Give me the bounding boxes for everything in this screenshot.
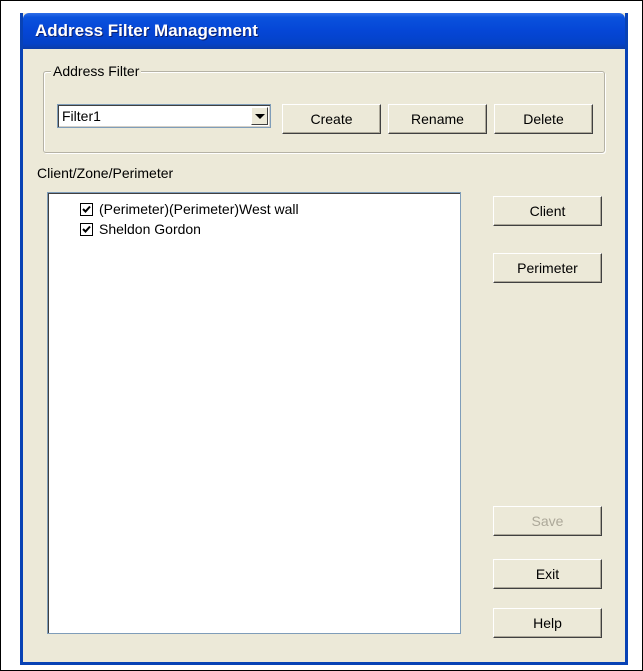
save-button[interactable]: Save	[493, 506, 602, 536]
client-zone-perimeter-list[interactable]: (Perimeter)(Perimeter)West wall Sheldon …	[47, 192, 461, 634]
list-item-label: Sheldon Gordon	[99, 221, 201, 237]
title-bar[interactable]: Address Filter Management	[23, 13, 625, 49]
checkmark-icon	[82, 225, 91, 233]
exit-button[interactable]: Exit	[493, 559, 602, 589]
create-button-label: Create	[310, 111, 353, 127]
filter-select-value: Filter1	[62, 108, 101, 124]
create-button[interactable]: Create	[282, 104, 381, 134]
client-zone-perimeter-label: Client/Zone/Perimeter	[37, 165, 174, 181]
rename-button-label: Rename	[411, 111, 464, 127]
save-button-label: Save	[531, 513, 564, 529]
window-title: Address Filter Management	[35, 21, 258, 40]
rename-button[interactable]: Rename	[388, 104, 487, 134]
client-button[interactable]: Client	[493, 196, 602, 226]
exit-button-label: Exit	[535, 566, 560, 582]
address-filter-group: Address Filter Filter1 Create Rename Del…	[43, 63, 605, 153]
delete-button[interactable]: Delete	[494, 104, 593, 134]
perimeter-button-label: Perimeter	[517, 260, 578, 276]
address-filter-dialog: Address Filter Management Address Filter…	[20, 13, 628, 665]
checkbox[interactable]	[80, 223, 93, 236]
perimeter-button[interactable]: Perimeter	[493, 253, 602, 283]
help-button-label: Help	[533, 615, 562, 631]
help-button[interactable]: Help	[493, 608, 602, 638]
filter-select[interactable]: Filter1	[57, 104, 271, 128]
address-filter-group-label: Address Filter	[51, 63, 142, 79]
list-item-label: (Perimeter)(Perimeter)West wall	[99, 201, 299, 217]
checkbox[interactable]	[80, 203, 93, 216]
checkmark-icon	[82, 205, 91, 213]
filter-dropdown-button[interactable]	[251, 107, 268, 125]
client-button-label: Client	[529, 203, 566, 219]
chevron-down-icon	[255, 114, 265, 119]
delete-button-label: Delete	[523, 111, 564, 127]
